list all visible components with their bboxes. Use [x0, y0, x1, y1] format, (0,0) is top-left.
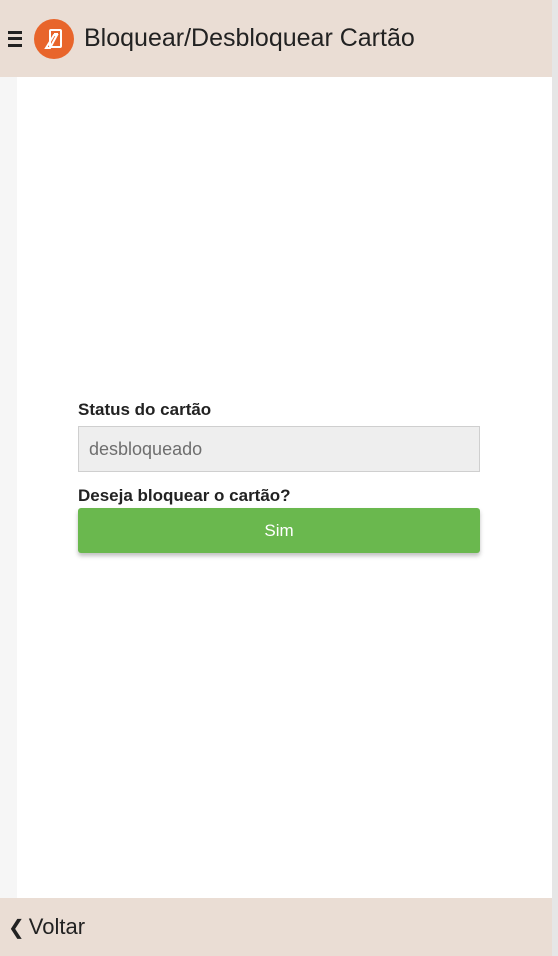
- back-button[interactable]: ❮ Voltar: [8, 914, 85, 940]
- footer-bar: ❮ Voltar: [0, 898, 552, 956]
- card-logo-icon: [34, 18, 74, 59]
- status-label: Status do cartão: [78, 400, 212, 419]
- back-label: Voltar: [28, 914, 86, 939]
- status-field: [78, 426, 480, 472]
- scrollbar-track: [552, 0, 558, 956]
- confirm-block-button[interactable]: Sim: [78, 508, 480, 553]
- page-title: Bloquear/Desbloquear Cartão: [84, 24, 415, 52]
- question-label: Deseja bloquear o cartão?: [78, 486, 291, 505]
- left-margin: [0, 77, 17, 898]
- hamburger-menu-icon[interactable]: [8, 27, 30, 51]
- header-bar: Bloquear/Desbloquear Cartão: [0, 0, 552, 77]
- chevron-left-icon: ❮: [8, 916, 25, 939]
- card-status-form: Status do cartão Deseja bloquear o cartã…: [78, 400, 480, 553]
- app-screen: Bloquear/Desbloquear Cartão Status do ca…: [0, 0, 558, 956]
